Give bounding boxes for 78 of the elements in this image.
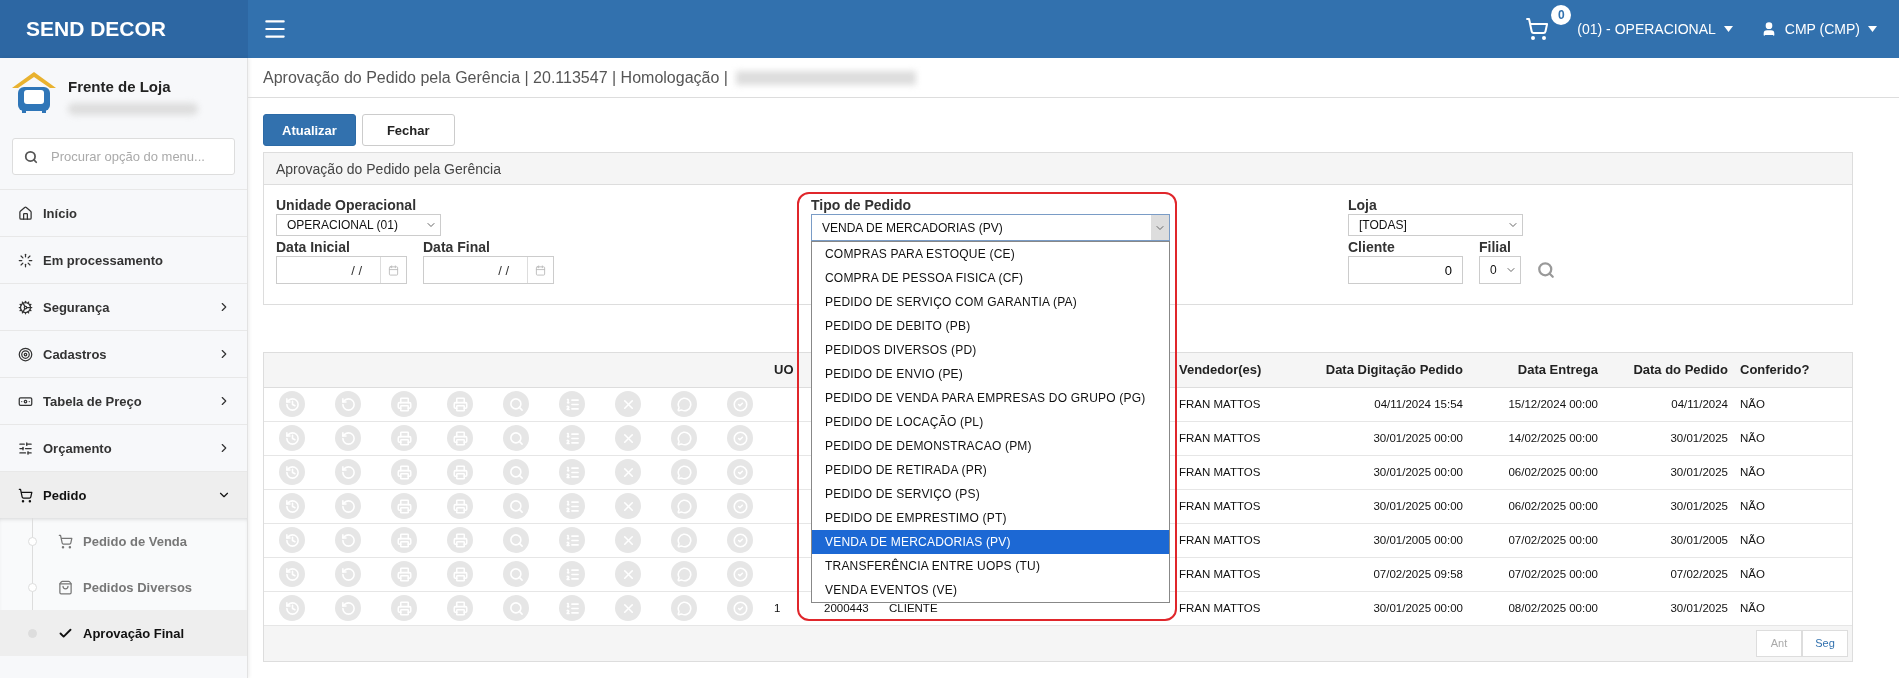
table-cell: 07/02/2025 00:00	[1469, 523, 1604, 557]
menu-search-field[interactable]: Procurar opção do menu...	[12, 138, 235, 175]
store-select[interactable]: [TODAS]	[1348, 214, 1523, 236]
module-title: Frente de Loja	[68, 78, 172, 95]
table-cell: FRAN MATTOS	[1159, 591, 1309, 625]
sidebar-subitem[interactable]: Pedido de Venda	[0, 518, 247, 564]
table-cell: NÃO	[1734, 489, 1852, 523]
table-cell: 07/02/2025 09:58	[1309, 557, 1469, 591]
table-cell: 30/01/2025 00:00	[1309, 489, 1469, 523]
sidebar-item[interactable]: Em processamento	[0, 236, 247, 283]
panel-title: Aprovação do Pedido pela Gerência	[276, 160, 501, 177]
sidebar-item-label: Pedido	[43, 487, 88, 503]
primary-button[interactable]: Atualizar	[263, 114, 356, 146]
order-type-select[interactable]: VENDA DE MERCADORIAS (PV)	[811, 214, 1170, 241]
next-page-button[interactable]: Seg	[1802, 629, 1848, 657]
cart-count-badge: 0	[1551, 5, 1572, 25]
sidebar-item[interactable]: Cadastros	[0, 330, 247, 377]
page-title: Aprovação do Pedido pela Gerência | 20.113547 | Homologação |	[263, 68, 728, 87]
unit-menu[interactable]: (01) - OPERACIONAL	[1577, 21, 1733, 37]
date-field[interactable]: / /	[423, 256, 554, 284]
sidebar-item-label: Orçamento	[43, 440, 113, 456]
table-cell: 30/01/2025 00:00	[1309, 421, 1469, 455]
sidebar-item[interactable]: Segurança	[0, 283, 247, 330]
field-label: Unidade Operacional	[276, 196, 418, 214]
user-menu[interactable]: CMP (CMP)	[1760, 21, 1877, 37]
table-cell: NÃO	[1734, 557, 1852, 591]
secondary-button[interactable]: Fechar	[361, 114, 455, 146]
sidebar-item-label: Segurança	[43, 299, 111, 315]
column-header: Data Entrega	[1469, 353, 1604, 387]
column-header: Data Digitação Pedido	[1309, 353, 1469, 387]
column-header: Conferido?	[1734, 353, 1852, 387]
field-label: Cliente	[1348, 238, 1396, 256]
table-cell: 30/01/2025	[1604, 489, 1734, 523]
table-cell: 04/11/2024	[1604, 387, 1734, 421]
sidebar-item-label: Tabela de Preço	[43, 393, 143, 409]
table-cell: 08/02/2025 00:00	[1469, 591, 1604, 625]
sidebar-subitem[interactable]: Pedidos Diversos	[0, 564, 247, 610]
brand-name: SEND DECOR	[0, 0, 248, 58]
table-cell: 30/01/2025	[1604, 591, 1734, 625]
unit-select[interactable]: OPERACIONAL (01)	[276, 214, 441, 236]
table-cell: NÃO	[1734, 421, 1852, 455]
table-cell: 07/02/2025	[1604, 557, 1734, 591]
table-cell: 30/01/2025 00:00	[1309, 455, 1469, 489]
sidebar-item-label: Cadastros	[43, 346, 108, 362]
table-cell: 04/11/2024 15:54	[1309, 387, 1469, 421]
column-header: Data do Pedido	[1604, 353, 1734, 387]
sidebar-subitem[interactable]: Aprovação Final	[0, 610, 247, 656]
sidebar-item[interactable]: Pedido	[0, 471, 247, 518]
table-cell: 30/01/2025 00:00	[1309, 591, 1469, 625]
sidebar-item-label: Em processamento	[43, 252, 164, 268]
sidebar-item[interactable]: Tabela de Preço	[0, 377, 247, 424]
sidebar-item-label: Início	[43, 205, 78, 221]
table-cell: 07/02/2025 00:00	[1469, 557, 1604, 591]
table-cell: NÃO	[1734, 387, 1852, 421]
sidebar-item[interactable]: Início	[0, 189, 247, 236]
field-label: Data Inicial	[276, 238, 351, 256]
sidebar-subitem-label: Pedido de Venda	[83, 533, 188, 549]
table-cell: 14/02/2025 00:00	[1469, 421, 1604, 455]
table-cell: 30/01/2005	[1604, 523, 1734, 557]
table-cell: NÃO	[1734, 591, 1852, 625]
field-label: Loja	[1348, 196, 1378, 214]
table-cell: NÃO	[1734, 523, 1852, 557]
field-label: Data Final	[423, 238, 491, 256]
table-cell: 06/02/2025 00:00	[1469, 489, 1604, 523]
field-label: Filial	[1479, 238, 1512, 256]
table-cell: 15/12/2024 00:00	[1469, 387, 1604, 421]
table-cell: 30/01/2025	[1604, 455, 1734, 489]
date-field[interactable]: / /	[276, 256, 407, 284]
table-cell: 06/02/2025 00:00	[1469, 455, 1604, 489]
dropdown-option[interactable]: VENDA DE MERCADORIAS (PV)	[812, 530, 1169, 554]
branch-select[interactable]: 0	[1479, 256, 1521, 284]
table-cell: 30/01/2025	[1604, 421, 1734, 455]
sidebar-subitem-label: Aprovação Final	[83, 625, 185, 641]
field-label: Tipo de Pedido	[811, 196, 913, 214]
table-cell: 30/01/2005 00:00	[1309, 523, 1469, 557]
table-cell: NÃO	[1734, 455, 1852, 489]
client-field[interactable]: 0	[1348, 256, 1463, 284]
sidebar-subitem-label: Pedidos Diversos	[83, 579, 193, 595]
